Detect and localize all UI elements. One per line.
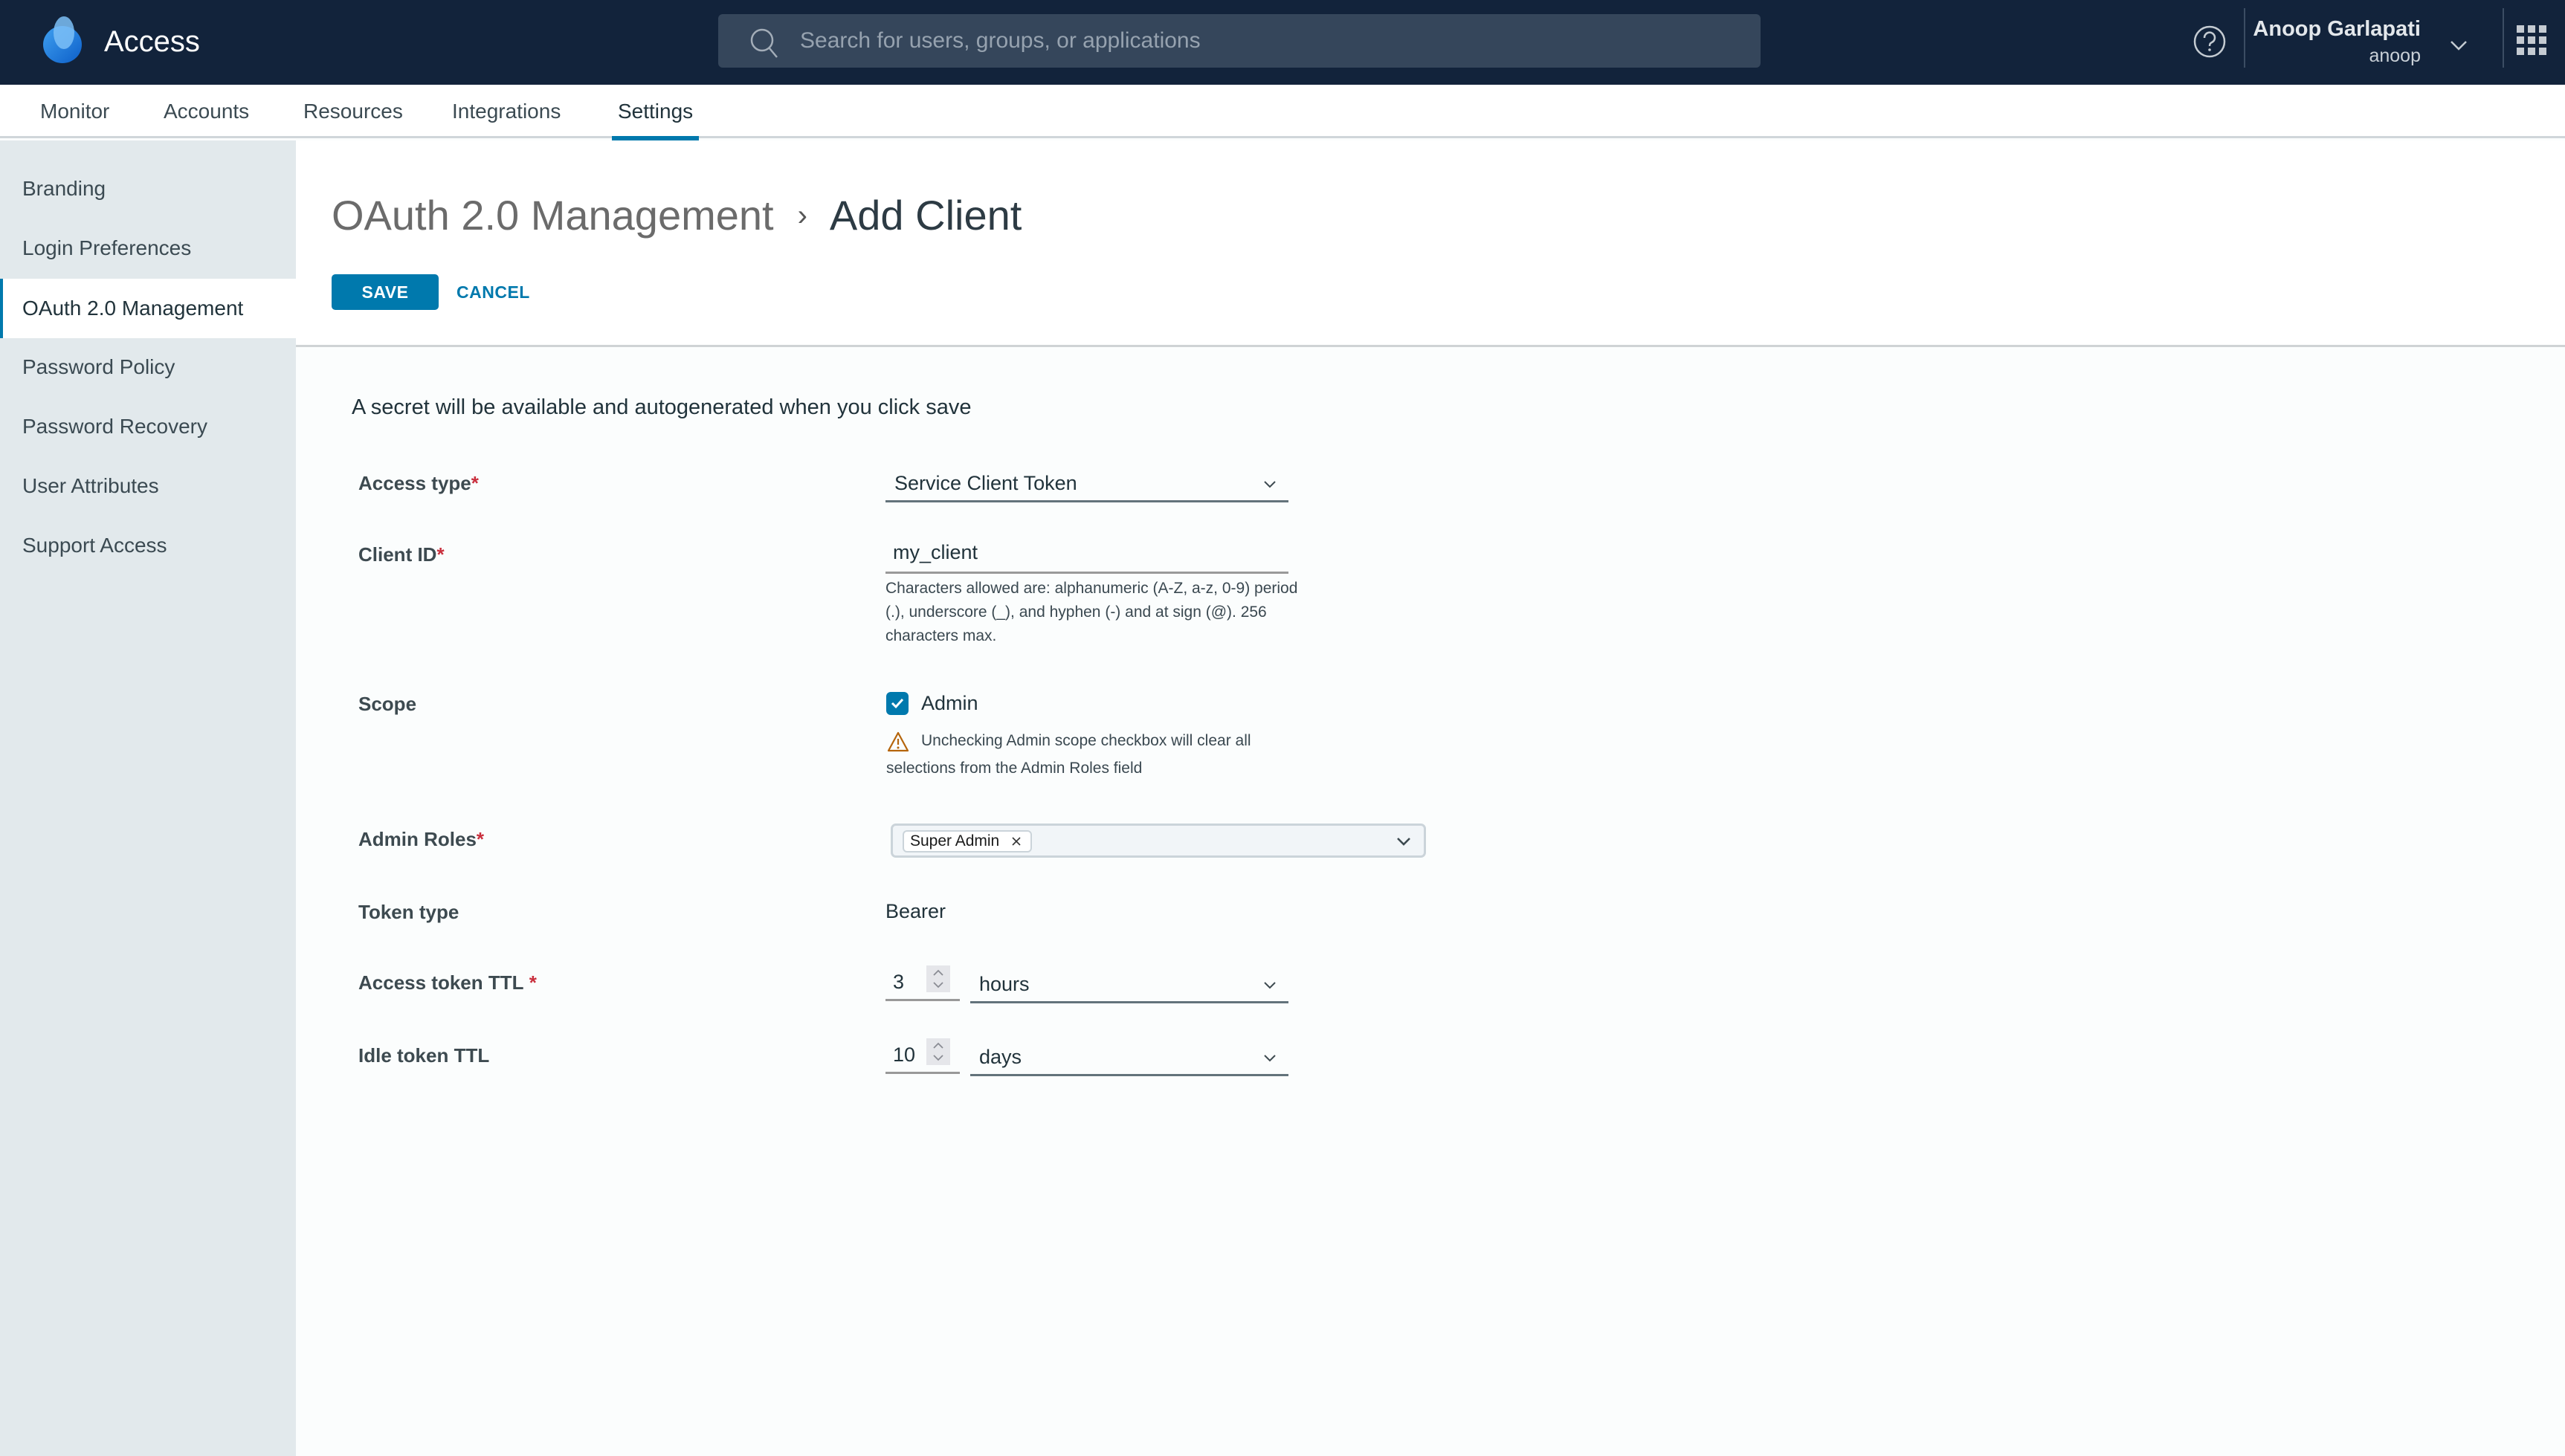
tab-resources[interactable]: Resources: [303, 85, 403, 138]
idle-token-ttl-unit-value: days: [979, 1046, 1022, 1068]
tab-accounts[interactable]: Accounts: [164, 85, 249, 138]
sidebar-item-branding[interactable]: Branding: [0, 159, 296, 219]
cancel-button[interactable]: CANCEL: [454, 274, 533, 310]
sidebar-item-oauth-management[interactable]: OAuth 2.0 Management: [0, 279, 296, 338]
token-type-label: Token type: [358, 901, 459, 923]
admin-roles-label: Admin Roles*: [358, 826, 484, 852]
access-type-select[interactable]: Service Client Token: [885, 462, 1288, 502]
app-header: Access Anoop Garlapati anoop: [0, 0, 2565, 85]
scope-label: Scope: [358, 693, 417, 715]
access-type-label: Access type*: [358, 470, 479, 496]
logo-icon[interactable]: [42, 15, 83, 64]
idle-token-ttl-input[interactable]: [893, 1041, 930, 1068]
idle-token-ttl-unit-select[interactable]: days: [970, 1036, 1288, 1076]
user-login: anoop: [2369, 45, 2421, 66]
breadcrumb: OAuth 2.0 Management › Add Client: [332, 190, 1022, 242]
sidebar-item-password-recovery[interactable]: Password Recovery: [0, 397, 296, 456]
idle-token-ttl-label: Idle token TTL: [358, 1044, 490, 1067]
global-search[interactable]: [718, 14, 1761, 68]
user-menu[interactable]: Anoop Garlapati anoop: [2253, 15, 2470, 70]
client-id-label: Client ID*: [358, 541, 445, 568]
access-type-value: Service Client Token: [894, 472, 1077, 494]
checkmark-icon: [891, 698, 904, 709]
search-icon: [750, 28, 778, 58]
access-type-label-text: Access type: [358, 472, 471, 494]
page-title: Add Client: [829, 192, 1022, 239]
sidebar-item-support-access[interactable]: Support Access: [0, 516, 296, 575]
admin-roles-label-text: Admin Roles: [358, 828, 477, 850]
access-token-ttl-unit-select[interactable]: hours: [970, 963, 1288, 1003]
admin-scope-label[interactable]: Admin: [921, 688, 978, 718]
client-id-input[interactable]: [885, 534, 1288, 574]
token-type-value: Bearer: [885, 900, 946, 922]
role-chip-label: Super Admin: [910, 832, 1000, 850]
access-token-ttl-input[interactable]: [893, 968, 930, 995]
secret-info-text: A secret will be available and autogener…: [352, 395, 972, 419]
sidebar-item-password-policy[interactable]: Password Policy: [0, 337, 296, 397]
required-marker: *: [529, 971, 537, 994]
sidebar-item-user-attributes[interactable]: User Attributes: [0, 456, 296, 516]
access-token-ttl-unit-value: hours: [979, 973, 1030, 995]
breadcrumb-parent-link[interactable]: OAuth 2.0 Management: [332, 190, 774, 242]
access-token-ttl-number: [885, 964, 960, 1001]
apps-grid-icon[interactable]: [2517, 25, 2549, 55]
client-id-helper-text: Characters allowed are: alphanumeric (A-…: [885, 580, 1298, 644]
number-stepper-icon[interactable]: [926, 965, 950, 992]
admin-scope-checkbox[interactable]: [886, 692, 909, 715]
search-input[interactable]: [800, 14, 1729, 68]
settings-sidebar: Branding Login Preferences OAuth 2.0 Man…: [0, 140, 296, 1456]
required-marker: *: [436, 543, 445, 566]
tab-monitor[interactable]: Monitor: [40, 85, 109, 138]
chevron-down-icon: [1397, 838, 1410, 846]
idle-token-ttl-number: [885, 1037, 960, 1074]
role-chip: Super Admin: [903, 830, 1033, 852]
breadcrumb-separator-icon: ›: [797, 199, 807, 232]
header-divider: [2503, 8, 2504, 68]
chevron-down-icon: [2451, 41, 2467, 51]
scope-warning-text: Unchecking Admin scope checkbox will cle…: [886, 732, 1251, 777]
number-stepper-icon[interactable]: [926, 1038, 950, 1065]
chevron-down-icon: [1264, 481, 1276, 488]
admin-roles-multiselect[interactable]: Super Admin: [891, 824, 1426, 858]
remove-chip-icon[interactable]: [1011, 836, 1022, 847]
access-token-ttl-label: Access token TTL *: [358, 969, 537, 996]
tab-settings[interactable]: Settings: [611, 85, 700, 140]
tab-integrations[interactable]: Integrations: [452, 85, 561, 138]
app-title: Access: [104, 25, 200, 58]
help-icon[interactable]: [2192, 24, 2227, 59]
main-nav: Monitor Accounts Resources Integrations …: [0, 85, 2565, 140]
save-button[interactable]: SAVE: [332, 274, 439, 310]
user-name: Anoop Garlapati: [2253, 17, 2421, 41]
chevron-down-icon: [1264, 982, 1276, 989]
header-divider: [2244, 8, 2245, 68]
client-id-label-text: Client ID: [358, 543, 437, 566]
chevron-down-icon: [1264, 1055, 1276, 1062]
access-token-ttl-label-text: Access token TTL: [358, 971, 524, 994]
required-marker: *: [476, 828, 485, 850]
sidebar-item-login-preferences[interactable]: Login Preferences: [0, 219, 296, 278]
required-marker: *: [471, 472, 479, 494]
page-header: OAuth 2.0 Management › Add Client SAVE C…: [296, 140, 2565, 347]
